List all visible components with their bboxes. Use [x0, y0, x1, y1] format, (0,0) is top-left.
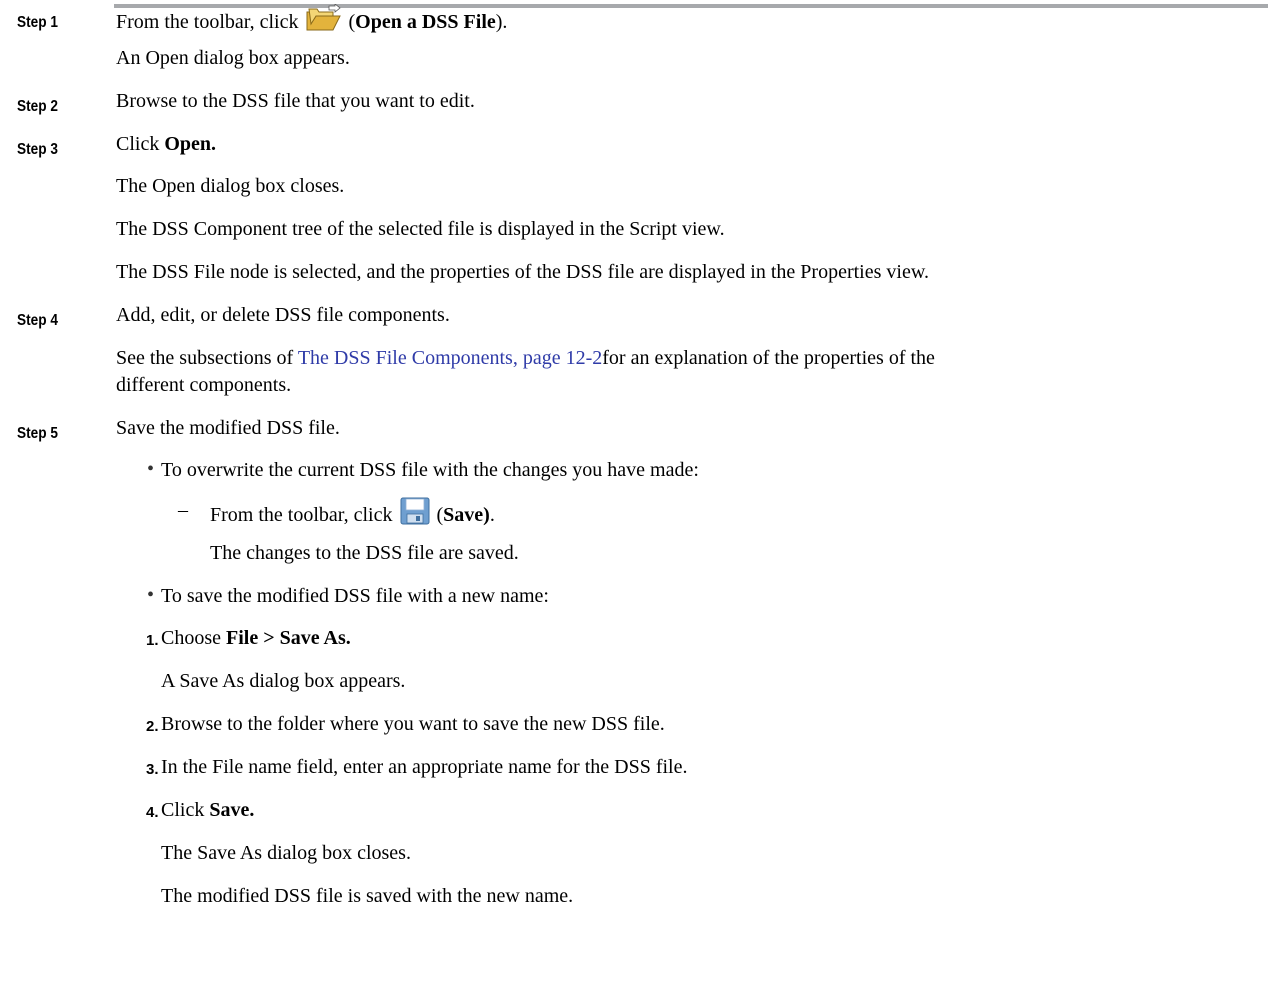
step-text-part: From the toolbar, click — [210, 504, 393, 526]
document-page: Step 1 From the toolbar, click (Open a D… — [0, 0, 1274, 985]
sub-step-text: From the toolbar, click (Save). — [210, 497, 495, 534]
command-name: Save) — [443, 504, 490, 526]
item-result: The modified DSS file is saved with the … — [161, 885, 574, 907]
bullet-marker: • — [147, 584, 155, 606]
step-note: different components. — [116, 374, 292, 396]
step-text-part: Click — [161, 799, 205, 821]
step-text-part: . — [489, 504, 495, 526]
numbered-item-text: Browse to the folder where you want to s… — [161, 713, 665, 735]
command-name: Open a DSS File — [355, 11, 496, 33]
step-text-part: Choose — [161, 627, 221, 649]
numbered-item-text: Choose File > Save As. — [161, 624, 351, 653]
numbered-item-text: In the File name field, enter an appropr… — [161, 756, 688, 778]
step-text: Save the modified DSS file. — [116, 417, 340, 439]
step-note: See the subsections of The DSS File Comp… — [116, 344, 935, 373]
command-name: Open. — [164, 133, 217, 155]
item-number: 3. — [146, 761, 159, 778]
item-number: 4. — [146, 804, 159, 821]
item-result: A Save As dialog box appears. — [161, 670, 406, 692]
step-label: Step 3 — [17, 141, 58, 158]
command-name: File > Save As. — [226, 627, 351, 649]
item-number: 1. — [146, 632, 159, 649]
open-folder-icon — [306, 3, 342, 41]
bullet-marker: • — [147, 458, 155, 480]
step-result: An Open dialog box appears. — [116, 47, 350, 69]
command-name: Save. — [209, 799, 255, 821]
step-label: Step 1 — [17, 14, 58, 31]
step-text: Add, edit, or delete DSS file components… — [116, 304, 450, 326]
step-text-part: See the subsections of — [116, 347, 294, 369]
step-text: Browse to the DSS file that you want to … — [116, 90, 475, 112]
step-text: Click Open. — [116, 130, 216, 159]
step-text-part: From the toolbar, click — [116, 11, 299, 33]
item-result: The Save As dialog box closes. — [161, 842, 411, 864]
step-result: The DSS Component tree of the selected f… — [116, 218, 725, 240]
step-label: Step 5 — [17, 425, 58, 442]
cross-reference-link[interactable]: The DSS File Components, page 12-2 — [298, 347, 602, 369]
step-result: The DSS File node is selected, and the p… — [116, 261, 929, 283]
step-text: From the toolbar, click (Open a DSS File… — [116, 3, 508, 41]
step-text-part: ). — [495, 11, 508, 33]
step-text-part: for an explanation of the properties of … — [602, 347, 935, 369]
sub-step-result: The changes to the DSS file are saved. — [210, 542, 519, 564]
bullet-text: To save the modified DSS file with a new… — [161, 585, 549, 607]
dash-marker: – — [178, 499, 188, 521]
step-result: The Open dialog box closes. — [116, 175, 345, 197]
item-number: 2. — [146, 718, 159, 735]
step-text-part: Click — [116, 133, 160, 155]
step-label: Step 2 — [17, 98, 58, 115]
bullet-text: To overwrite the current DSS file with t… — [161, 459, 699, 481]
numbered-item-text: Click Save. — [161, 796, 254, 825]
step-label: Step 4 — [17, 312, 58, 329]
save-disk-icon — [400, 497, 430, 534]
